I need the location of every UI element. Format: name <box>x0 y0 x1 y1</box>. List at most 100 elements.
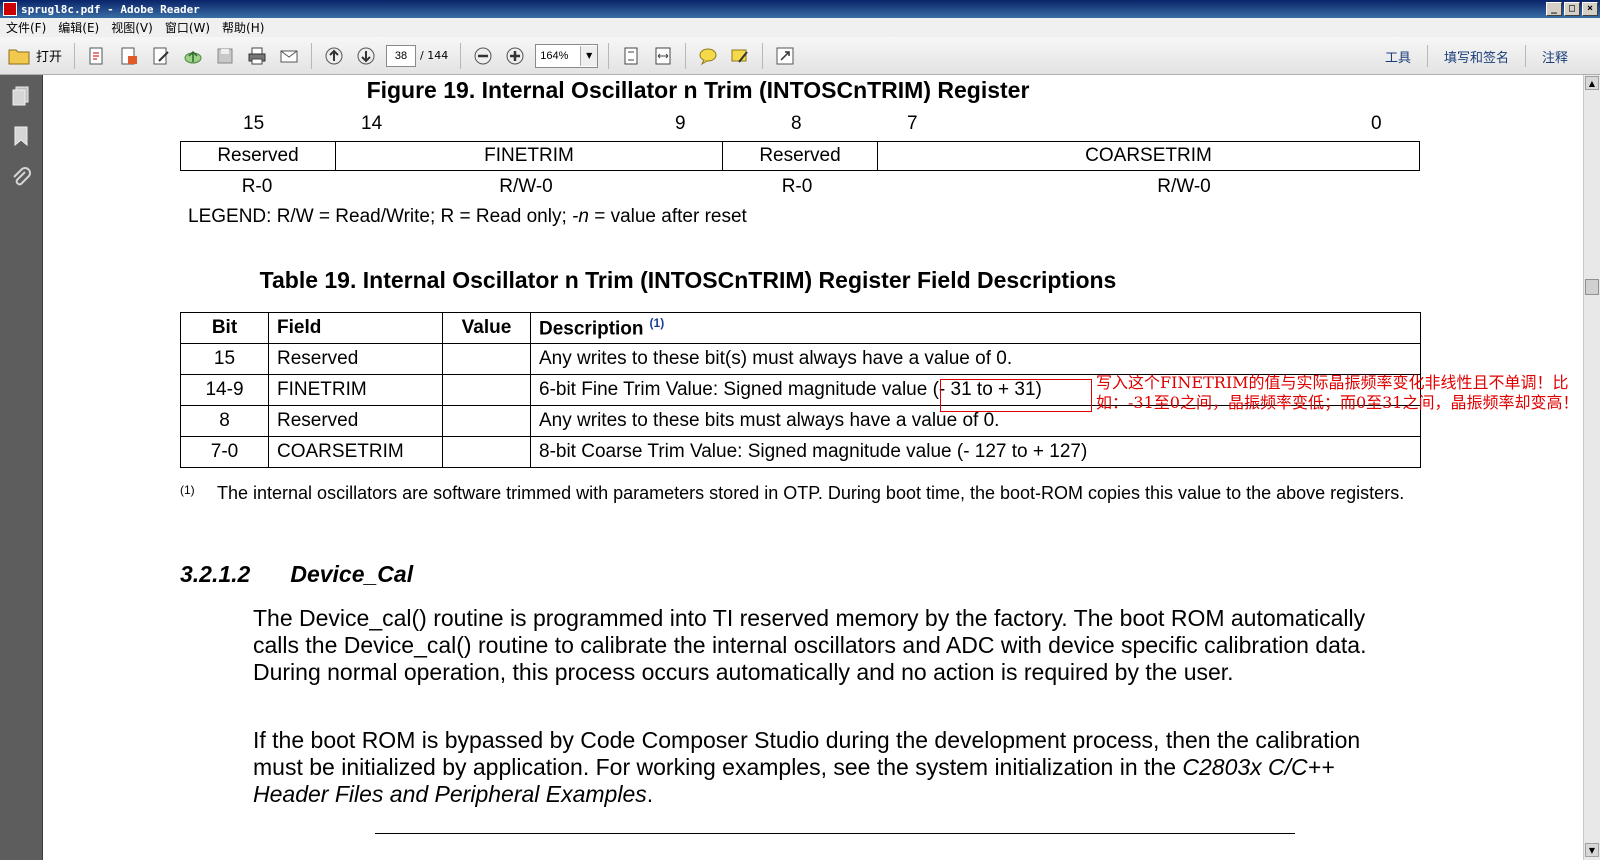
highlighter-icon <box>731 49 748 63</box>
close-button[interactable]: × <box>1582 2 1598 16</box>
register-access: R-0 <box>781 176 813 197</box>
scroll-thumb[interactable] <box>1585 279 1599 295</box>
toolbar: 打开 / 144 ▼ <box>0 37 1600 75</box>
next-page-button[interactable] <box>352 42 380 70</box>
register-field: Reserved <box>181 142 336 170</box>
section-number: 3.2.1.2 <box>180 561 251 587</box>
footnote-text: The internal oscillators are software tr… <box>217 483 1405 503</box>
toolbar-separator <box>762 42 764 69</box>
register-field: Reserved <box>723 142 878 170</box>
cell-value <box>442 436 531 468</box>
fit-page-button[interactable] <box>617 42 645 70</box>
comment-link[interactable]: 注释 <box>1526 47 1584 66</box>
adobe-reader-icon <box>3 2 17 16</box>
fit-width-button[interactable] <box>649 42 677 70</box>
register-access: R/W-0 <box>499 176 553 197</box>
annotation-highlight-box[interactable] <box>940 379 1092 412</box>
zoom-in-icon <box>506 47 524 64</box>
scroll-down-arrow[interactable]: ▼ <box>1585 843 1599 857</box>
paragraph: If the boot ROM is bypassed by Code Comp… <box>253 727 1383 808</box>
header-value: Value <box>442 312 531 344</box>
window-title-bar: sprugl8c.pdf - Adobe Reader _ □ × <box>0 0 1600 18</box>
zoom-select[interactable]: ▼ <box>535 43 599 68</box>
open-button[interactable]: 打开 <box>0 42 68 70</box>
annotation-note[interactable]: 写入这个FINETRIM的值与实际晶振频率变化非线性且不单调！比如：-31至0之… <box>1096 373 1583 413</box>
menu-view[interactable]: 视图(V) <box>105 19 159 36</box>
cell-field: FINETRIM <box>268 374 443 406</box>
maximize-button[interactable]: □ <box>1564 2 1580 16</box>
document-view[interactable]: Figure 19. Internal Oscillator n Trim (I… <box>43 75 1583 860</box>
footnote-link[interactable]: (1) <box>650 316 665 330</box>
minimize-button[interactable]: _ <box>1546 2 1562 16</box>
printer-icon <box>248 47 266 64</box>
create-pdf-button[interactable] <box>83 42 111 70</box>
toolbar-separator <box>311 42 313 69</box>
register-access: R/W-0 <box>1157 176 1211 197</box>
page-number-input[interactable] <box>386 44 417 67</box>
header-bit: Bit <box>180 312 269 344</box>
bit-number: 9 <box>675 113 686 134</box>
fullscreen-button[interactable] <box>771 42 799 70</box>
window-controls: _ □ × <box>1546 2 1598 16</box>
chevron-down-icon[interactable]: ▼ <box>580 45 598 66</box>
zoom-in-button[interactable] <box>501 42 529 70</box>
print-button[interactable] <box>243 42 271 70</box>
email-button[interactable] <box>275 42 303 70</box>
export-pdf-button[interactable] <box>115 42 143 70</box>
bookmark-icon[interactable] <box>10 125 32 147</box>
register-field: COARSETRIM <box>1085 145 1212 166</box>
cell-bit: 8 <box>180 405 269 437</box>
legend-suffix: = value after reset <box>588 206 747 227</box>
edit-pdf-button[interactable] <box>147 42 175 70</box>
bit-number: 0 <box>1371 113 1382 134</box>
bit-number: 7 <box>907 113 918 134</box>
edit-pdf-icon <box>153 47 169 64</box>
menu-window[interactable]: 窗口(W) <box>159 19 216 36</box>
highlight-button[interactable] <box>726 42 754 70</box>
fit-page-icon <box>624 47 638 64</box>
legend: LEGEND: R/W = Read/Write; R = Read only;… <box>188 206 747 228</box>
arrow-down-icon <box>357 47 375 64</box>
tools-link[interactable]: 工具 <box>1369 47 1427 66</box>
save-button[interactable] <box>211 42 239 70</box>
cell-value <box>442 343 531 375</box>
zoom-input[interactable] <box>536 45 581 66</box>
fill-sign-link[interactable]: 填写和签名 <box>1428 47 1525 66</box>
cloud-upload-icon <box>184 50 202 63</box>
cell-bit: 14-9 <box>180 374 269 406</box>
register-field: FINETRIM <box>336 142 723 170</box>
pages-icon[interactable] <box>10 85 32 107</box>
vertical-scrollbar[interactable]: ▲ ▼ <box>1583 75 1600 860</box>
menu-file[interactable]: 文件(F) <box>0 19 52 36</box>
footnote-mark: (1) <box>180 483 195 497</box>
register-diagram: Reserved FINETRIM Reserved COARSETRIM <box>180 141 1420 171</box>
section-title: Device_Cal <box>290 561 414 587</box>
expand-icon <box>776 47 794 64</box>
menu-edit[interactable]: 编辑(E) <box>52 19 105 36</box>
toolbar-separator <box>74 42 76 69</box>
cell-field: COARSETRIM <box>268 436 443 468</box>
previous-page-button[interactable] <box>320 42 348 70</box>
menu-help[interactable]: 帮助(H) <box>216 19 270 36</box>
menu-bar: 文件(F) 编辑(E) 视图(V) 窗口(W) 帮助(H) <box>0 18 1600 37</box>
upload-button[interactable] <box>179 42 207 70</box>
header-description: Description (1) <box>530 312 1421 344</box>
scroll-up-arrow[interactable]: ▲ <box>1585 76 1599 90</box>
zoom-out-button[interactable] <box>469 42 497 70</box>
export-pdf-icon <box>121 47 138 64</box>
attachment-icon[interactable] <box>10 167 32 189</box>
arrow-up-icon <box>325 47 343 64</box>
toolbar-separator <box>460 42 462 69</box>
toolbar-separator <box>685 42 687 69</box>
fit-width-icon <box>655 47 671 64</box>
add-comment-button[interactable] <box>694 42 722 70</box>
table-title: Table 19. Internal Oscillator n Trim (IN… <box>259 267 1117 293</box>
table-row: 7-0 COARSETRIM 8-bit Coarse Trim Value: … <box>180 436 1421 468</box>
open-button-label: 打开 <box>36 50 63 65</box>
folder-icon <box>8 49 30 64</box>
table-header-row: Bit Field Value Description (1) <box>180 312 1421 344</box>
save-icon <box>217 48 233 63</box>
section-heading: 3.2.1.2 Device_Cal <box>180 561 413 588</box>
cell-value <box>442 374 531 406</box>
cell-field: Reserved <box>268 343 443 375</box>
